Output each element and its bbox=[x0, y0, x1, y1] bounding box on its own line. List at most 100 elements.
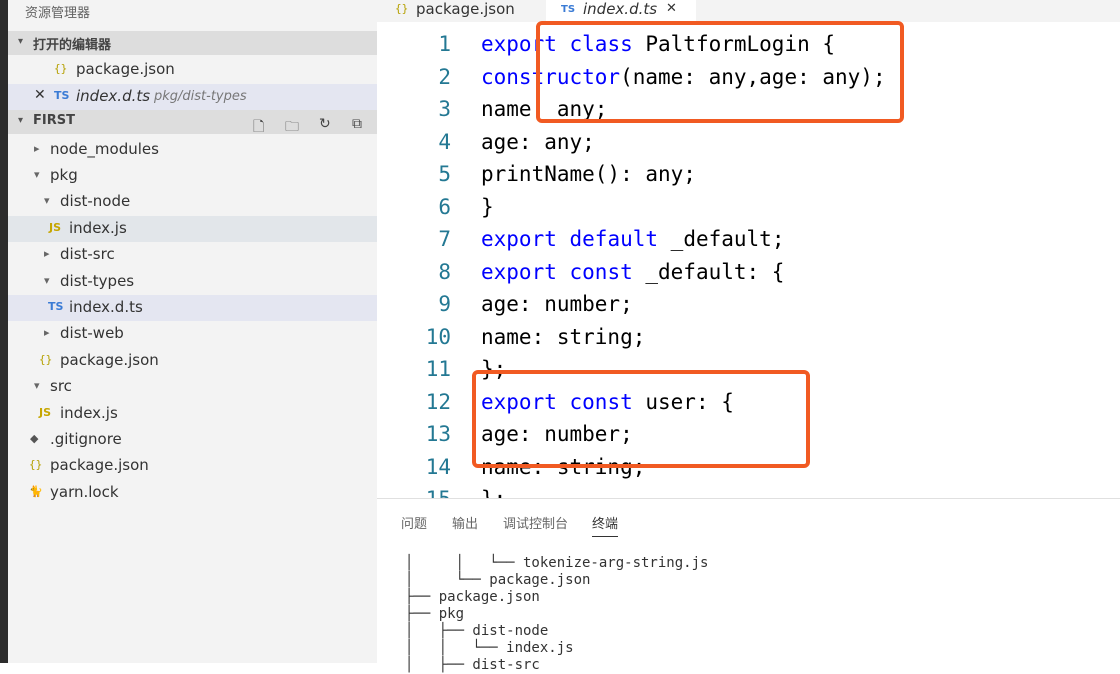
tab-label: index.d.ts bbox=[583, 0, 658, 18]
chevron-down-icon: ▾ bbox=[44, 274, 50, 287]
code-token: name: string; bbox=[481, 324, 646, 349]
terminal-line: │ ├── dist-node bbox=[405, 623, 549, 639]
line-number: 12 bbox=[425, 389, 451, 414]
line-number: 2 bbox=[438, 64, 451, 89]
code-line[interactable]: name: string; bbox=[481, 325, 645, 349]
tree-item-index-d-ts[interactable]: TS index.d.ts bbox=[8, 295, 377, 321]
tree-item-package-json[interactable]: {} package.json bbox=[8, 453, 377, 479]
tab-output[interactable]: 输出 bbox=[452, 513, 478, 532]
yarn-icon: 🐈 bbox=[29, 485, 43, 498]
close-icon[interactable]: ✕ bbox=[666, 1, 677, 16]
js-file-icon: JS bbox=[39, 406, 52, 419]
tree-item-index-js[interactable]: JS index.js bbox=[8, 216, 377, 242]
code-line[interactable]: export const _default: { bbox=[481, 260, 784, 284]
line-number: 9 bbox=[438, 292, 451, 316]
tree-label: pkg bbox=[50, 166, 78, 184]
tree-item-dist-web[interactable]: ▸ dist-web bbox=[8, 321, 377, 347]
code-line[interactable]: } bbox=[481, 195, 494, 219]
tree-label: package.json bbox=[50, 456, 149, 474]
tree-item-node-modules[interactable]: ▸ node_modules bbox=[8, 137, 377, 163]
line-number: 10 bbox=[425, 324, 451, 349]
json-file-icon: {} bbox=[54, 62, 68, 75]
tree-item-index-js[interactable]: JS index.js bbox=[8, 401, 377, 427]
tab-problems[interactable]: 问题 bbox=[401, 513, 427, 532]
tree-label: src bbox=[50, 377, 72, 395]
code-token: _default; bbox=[658, 227, 785, 251]
ts-file-icon: TS bbox=[54, 89, 70, 102]
line-number: 14 bbox=[425, 454, 451, 479]
tree-label: node_modules bbox=[50, 140, 159, 158]
line-number: 13 bbox=[425, 422, 451, 446]
chevron-right-icon: ▸ bbox=[44, 326, 50, 339]
chevron-down-icon: ▾ bbox=[34, 168, 40, 181]
highlight-box bbox=[472, 370, 810, 468]
chevron-down-icon: ▾ bbox=[44, 194, 50, 207]
terminal-line: │ ├── dist-src bbox=[405, 657, 540, 673]
tab-index-d-ts[interactable]: TS index.d.ts ✕ bbox=[546, 0, 696, 22]
code-line[interactable]: }; bbox=[481, 487, 506, 498]
code-token: }; bbox=[481, 487, 506, 498]
tab-label: package.json bbox=[416, 0, 515, 18]
tree-label: yarn.lock bbox=[50, 483, 119, 501]
collapse-all-icon[interactable]: ⧉ bbox=[352, 116, 362, 132]
tree-item-yarn-lock[interactable]: 🐈 yarn.lock bbox=[8, 480, 377, 506]
ts-file-icon: TS bbox=[561, 4, 576, 15]
project-label: FIRST bbox=[33, 113, 75, 128]
tree-label: index.js bbox=[60, 404, 118, 422]
tree-item-pkg[interactable]: ▾ pkg bbox=[8, 163, 377, 189]
tree-item-dist-types[interactable]: ▾ dist-types bbox=[8, 269, 377, 295]
tab-debug-console[interactable]: 调试控制台 bbox=[503, 513, 568, 532]
tree-item-dist-src[interactable]: ▸ dist-src bbox=[8, 242, 377, 268]
tree-label: package.json bbox=[60, 351, 159, 369]
chevron-down-icon: ▾ bbox=[18, 36, 24, 47]
ts-file-icon: TS bbox=[48, 300, 64, 313]
chevron-down-icon: ▾ bbox=[18, 115, 24, 126]
open-editor-item-active[interactable]: ✕ TS index.d.ts pkg/dist-types bbox=[8, 84, 377, 110]
tree-item-package-json[interactable]: {} package.json bbox=[8, 348, 377, 374]
open-editor-item[interactable]: {} package.json bbox=[8, 57, 377, 83]
line-number: 11 bbox=[425, 357, 451, 381]
tree-label: dist-node bbox=[60, 192, 131, 210]
tree-item-gitignore[interactable]: ◆ .gitignore bbox=[8, 427, 377, 453]
terminal-line: ├── pkg bbox=[405, 606, 465, 622]
line-number: 5 bbox=[438, 162, 451, 186]
close-icon[interactable]: ✕ bbox=[34, 87, 46, 103]
code-token: } bbox=[481, 194, 494, 219]
line-number: 7 bbox=[438, 227, 451, 251]
bottom-panel: 问题 输出 调试控制台 终端 │ │ └── tokenize-arg-stri… bbox=[377, 498, 1120, 673]
code-token: _default: { bbox=[632, 259, 785, 284]
code-line[interactable]: age: any; bbox=[481, 130, 595, 154]
chevron-down-icon: ▾ bbox=[34, 379, 40, 392]
tree-label: dist-src bbox=[60, 245, 115, 263]
code-token: age: number; bbox=[481, 292, 633, 316]
terminal-line: │ │ └── tokenize-arg-string.js bbox=[405, 555, 709, 571]
refresh-icon[interactable]: ↻ bbox=[319, 116, 331, 132]
line-number: 3 bbox=[438, 97, 451, 121]
keyword-token: export bbox=[481, 227, 557, 251]
terminal-line: ├── package.json bbox=[405, 589, 540, 605]
code-line[interactable]: age: number; bbox=[481, 292, 633, 316]
tree-item-dist-node[interactable]: ▾ dist-node bbox=[8, 189, 377, 215]
terminal-output[interactable]: │ │ └── tokenize-arg-string.js │ └── pack… bbox=[405, 555, 708, 674]
code-line[interactable]: export default _default; bbox=[481, 227, 784, 251]
line-number: 6 bbox=[438, 194, 451, 219]
tab-package-json[interactable]: {} package.json bbox=[377, 0, 537, 22]
git-icon: ◆ bbox=[30, 432, 39, 445]
js-file-icon: JS bbox=[49, 221, 62, 234]
line-number: 1 bbox=[438, 32, 451, 56]
highlight-box bbox=[536, 21, 904, 123]
code-line[interactable]: printName(): any; bbox=[481, 162, 696, 186]
line-number: 8 bbox=[438, 259, 451, 284]
tab-terminal[interactable]: 终端 bbox=[592, 513, 619, 537]
code-token: printName(): any; bbox=[481, 162, 696, 186]
open-editors-header[interactable]: ▾ 打开的编辑器 bbox=[8, 31, 377, 55]
activity-bar bbox=[0, 0, 8, 663]
tree-item-src[interactable]: ▾ src bbox=[8, 374, 377, 400]
tree-label: index.js bbox=[69, 219, 127, 237]
line-number: 15 bbox=[377, 487, 451, 498]
open-editors-label: 打开的编辑器 bbox=[33, 38, 112, 53]
open-editor-name: package.json bbox=[76, 60, 175, 78]
open-editor-name: index.d.ts bbox=[76, 87, 151, 105]
